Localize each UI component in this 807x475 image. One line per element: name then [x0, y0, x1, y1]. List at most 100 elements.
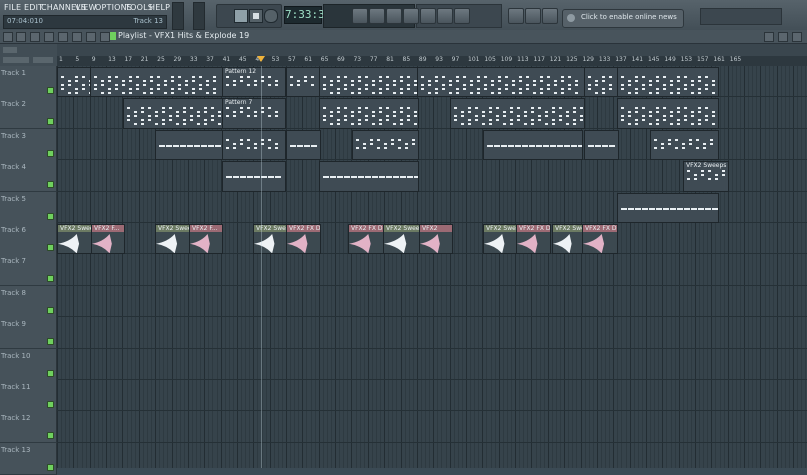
track-header[interactable]: Track 2: [0, 97, 57, 130]
track-header[interactable]: Track 1: [0, 66, 57, 98]
track-mute-led[interactable]: [47, 212, 54, 220]
play-button[interactable]: [234, 9, 248, 23]
audio-clip[interactable]: VFX2 F...: [91, 224, 125, 255]
audio-clip[interactable]: VFX2: [419, 224, 453, 255]
master-pitch-slider[interactable]: [193, 2, 205, 30]
track-mute-led[interactable]: [47, 149, 54, 157]
pattern-clip[interactable]: [319, 67, 419, 98]
track-mute-led[interactable]: [47, 306, 54, 314]
audio-clip[interactable]: VFX2 Sweep...: [552, 224, 584, 255]
audio-clip[interactable]: VFX2 Sweep...: [483, 224, 518, 255]
plugin-picker-button[interactable]: [437, 8, 453, 24]
track-header[interactable]: Track 9: [0, 317, 57, 350]
pattern-clip[interactable]: [584, 129, 619, 161]
pattern-clip[interactable]: [352, 129, 419, 161]
track-header[interactable]: Track 6: [0, 223, 57, 255]
pattern-clip[interactable]: [617, 192, 719, 223]
menu-view[interactable]: VIEW: [75, 3, 97, 12]
piano-roll-button[interactable]: [403, 8, 419, 24]
track-size-slider[interactable]: [33, 57, 53, 63]
pattern-clip[interactable]: [222, 129, 286, 161]
track-header[interactable]: Track 12: [0, 411, 57, 444]
paint-tool-icon[interactable]: [44, 32, 54, 42]
track-mute-led[interactable]: [47, 338, 54, 346]
pattern-clip[interactable]: [222, 161, 286, 192]
audio-clip[interactable]: VFX2 Sweeps...: [383, 224, 421, 255]
pattern-clip[interactable]: Pattern 12: [222, 67, 286, 98]
pattern-clip[interactable]: [417, 67, 585, 98]
mute-tool-icon[interactable]: [72, 32, 82, 42]
audio-clip[interactable]: VFX2 F...: [189, 224, 223, 255]
pattern-clip[interactable]: [319, 161, 419, 192]
pattern-clip[interactable]: VFX2 Sweeps Lo...: [683, 161, 729, 192]
audio-clip[interactable]: VFX2 FX D...: [286, 224, 321, 255]
pattern-clip[interactable]: [286, 129, 321, 161]
track-header[interactable]: Track 5: [0, 191, 57, 224]
audio-clip[interactable]: VFX2 Sweep...: [155, 224, 191, 255]
track-mute-led[interactable]: [47, 401, 54, 408]
playlist-grid[interactable]: Pattern 12 Pattern 7 VFX2 Sweeps Lo... VFX2…: [57, 66, 807, 468]
record-button[interactable]: [264, 9, 278, 23]
track-mute-led[interactable]: [47, 275, 54, 283]
audio-clip[interactable]: VFX2 Sweep...: [253, 224, 288, 255]
pattern-clip[interactable]: [90, 67, 224, 98]
minimize-icon[interactable]: [764, 32, 774, 42]
stop-button[interactable]: [249, 9, 263, 23]
online-news-panel[interactable]: Click to enable online news: [562, 9, 684, 28]
track-mute-led[interactable]: [47, 463, 54, 471]
project-info-button[interactable]: [454, 8, 470, 24]
pattern-clip[interactable]: [155, 129, 223, 161]
zoom-slider[interactable]: [3, 57, 29, 63]
audio-clip[interactable]: VFX2 Swee...: [57, 224, 93, 255]
track-mute-led[interactable]: [47, 118, 54, 126]
pattern-clip[interactable]: [617, 67, 719, 98]
clip-note: [233, 142, 236, 145]
snap-button[interactable]: [352, 8, 368, 24]
menu-file[interactable]: FILE: [4, 3, 21, 12]
track-mute-led[interactable]: [47, 432, 54, 440]
snap-icon[interactable]: [16, 32, 26, 42]
zoom-tool-icon[interactable]: [100, 32, 110, 42]
track-mute-led[interactable]: [47, 181, 54, 189]
audio-clip[interactable]: VFX2 FX D...: [582, 224, 618, 255]
clip-note: [233, 111, 236, 114]
pattern-clip[interactable]: [483, 129, 583, 161]
pattern-clip[interactable]: Pattern 7: [222, 98, 286, 129]
pattern-clip[interactable]: [123, 98, 223, 129]
loop-button[interactable]: [369, 8, 385, 24]
clip-note: [254, 176, 260, 179]
pattern-clip[interactable]: [650, 129, 719, 161]
close-icon[interactable]: [792, 32, 802, 42]
audio-clip[interactable]: VFX2 FX D...: [516, 224, 551, 255]
playlist-button[interactable]: [508, 8, 524, 24]
menu-arrow-icon[interactable]: [3, 32, 13, 42]
clip-note: [708, 170, 711, 173]
mixer-button[interactable]: [386, 8, 402, 24]
track-header[interactable]: Track 7: [0, 254, 57, 287]
track-header[interactable]: Track 8: [0, 285, 57, 318]
track-header[interactable]: Track 13: [0, 442, 57, 475]
track-header[interactable]: Track 4: [0, 160, 57, 193]
draw-tool-icon[interactable]: [30, 32, 40, 42]
track-mute-led[interactable]: [47, 244, 54, 251]
maximize-icon[interactable]: [778, 32, 788, 42]
delete-tool-icon[interactable]: [58, 32, 68, 42]
track-header[interactable]: Track 11: [0, 380, 57, 412]
track-header[interactable]: Track 3: [0, 128, 57, 161]
step-sequencer-button[interactable]: [525, 8, 541, 24]
track-header[interactable]: Track 10: [0, 348, 57, 381]
master-volume-slider[interactable]: [172, 2, 184, 30]
menu-help[interactable]: HELP: [149, 3, 170, 12]
pattern-clip[interactable]: [319, 98, 419, 129]
track-mute-led[interactable]: [47, 369, 54, 377]
pattern-clip[interactable]: [450, 98, 585, 129]
pattern-clip[interactable]: [584, 67, 619, 98]
tools-button[interactable]: [542, 8, 558, 24]
slice-tool-icon[interactable]: [86, 32, 96, 42]
audio-clip[interactable]: VFX2 FX D...: [348, 224, 385, 255]
browser-button[interactable]: [420, 8, 436, 24]
track-mute-led[interactable]: [47, 87, 54, 94]
pattern-clip[interactable]: [286, 67, 321, 98]
pattern-clip[interactable]: [617, 98, 719, 129]
scroll-left-icon[interactable]: [3, 47, 17, 53]
